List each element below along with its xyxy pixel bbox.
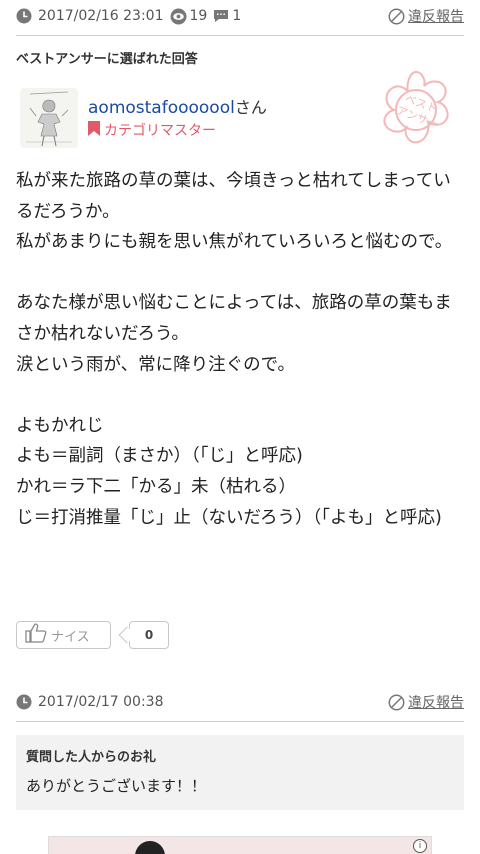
- answer-body: 私が来た旅路の草の葉は、今頃きっと枯れてしまっているだろうか。 私があまりにも親…: [16, 171, 453, 528]
- nice-label: ナイス: [51, 629, 90, 645]
- answerer-name[interactable]: aomostafoooooolさん: [88, 94, 267, 118]
- report-link[interactable]: 違反報告: [388, 6, 464, 26]
- bookmark-icon: [88, 120, 104, 140]
- question-datetime: 2017/02/16 23:01: [38, 8, 164, 24]
- info-icon[interactable]: i: [413, 839, 427, 853]
- username[interactable]: aomostafooooool: [88, 98, 235, 118]
- clock-icon: [16, 694, 32, 710]
- prohibit-icon: [388, 8, 408, 25]
- thanks-box: 質問した人からのお礼 ありがとうございます！！: [16, 735, 464, 810]
- divider: [16, 721, 464, 722]
- badge-label: カテゴリマスター: [104, 123, 216, 139]
- report-label: 違反報告: [408, 9, 464, 25]
- best-answer-stamp: ベスト アンサー: [368, 64, 464, 160]
- answer-datetime: 2017/02/17 00:38: [38, 694, 164, 710]
- view-count: 19: [189, 8, 208, 24]
- ad-image: [135, 841, 165, 854]
- question-meta: 2017/02/16 23:01 19 1 違反報告: [16, 4, 464, 28]
- honorific: さん: [234, 98, 267, 117]
- report-link[interactable]: 違反報告: [388, 692, 464, 712]
- thanks-text: ありがとうございます！！: [26, 777, 207, 795]
- divider: [16, 35, 464, 36]
- avatar[interactable]: [20, 88, 78, 148]
- category-master-badge: カテゴリマスター: [88, 120, 216, 140]
- answer-count: 1: [232, 8, 242, 24]
- thumbs-up-icon: [25, 623, 51, 647]
- ad-banner[interactable]: i: [48, 836, 432, 854]
- comment-icon: [213, 9, 229, 23]
- nice-button[interactable]: ナイス: [16, 621, 111, 649]
- thanks-title: 質問した人からのお礼: [26, 750, 157, 765]
- report-label: 違反報告: [408, 695, 464, 711]
- prohibit-icon: [388, 694, 408, 711]
- answer-meta: 2017/02/17 00:38 違反報告: [16, 690, 464, 714]
- best-answer-heading: ベストアンサーに選ばれた回答: [16, 52, 198, 67]
- eye-icon: [170, 8, 187, 25]
- clock-icon: [16, 8, 32, 24]
